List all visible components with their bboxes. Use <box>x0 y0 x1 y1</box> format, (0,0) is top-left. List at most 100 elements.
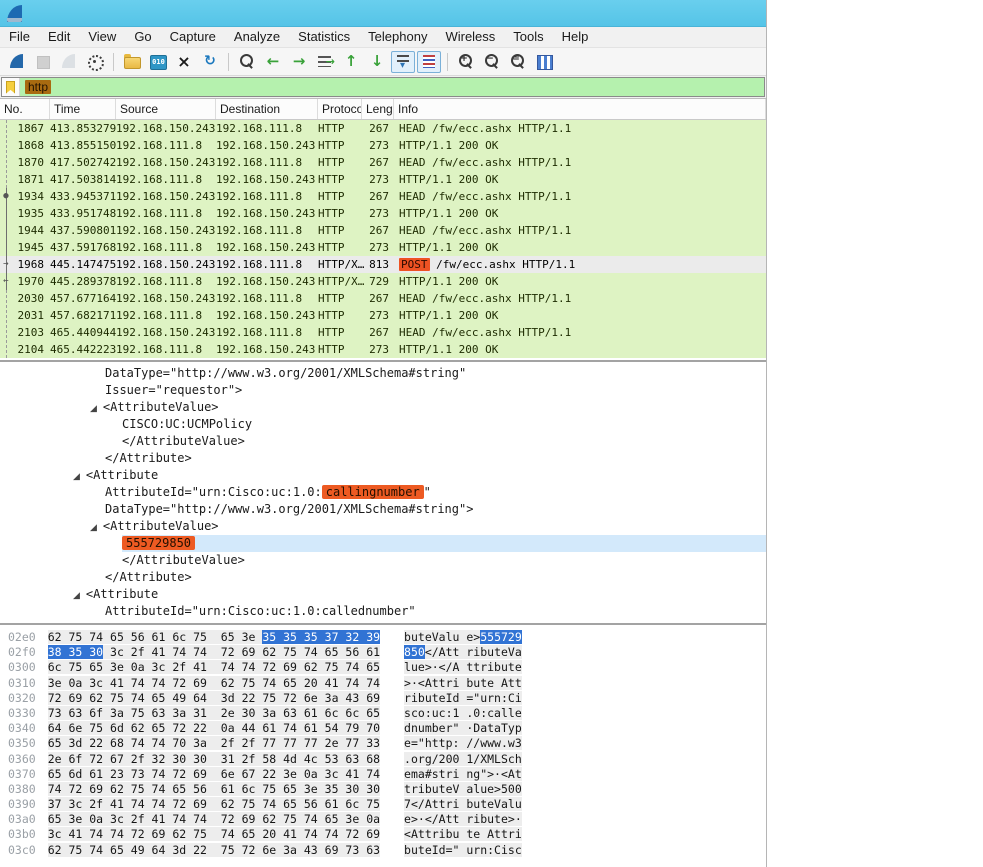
display-filter-input[interactable]: http <box>1 77 765 97</box>
packet-row-1934[interactable]: ●1934433.945371192.168.150.243192.168.11… <box>0 188 766 205</box>
detail-tree-line[interactable]: CISCO:UC:UCMPolicy <box>122 416 766 433</box>
go-forward-button[interactable]: → <box>287 51 311 73</box>
detail-tree-line[interactable]: DataType="http://www.w3.org/2001/XMLSche… <box>105 365 766 382</box>
colorize-toggle-button[interactable] <box>417 51 441 73</box>
hex-row-0370[interactable]: 037065 6d 61 23 73 74 72 69 6e 67 22 3e … <box>8 767 766 782</box>
hex-row-0310[interactable]: 03103e 0a 3c 41 74 74 72 69 62 75 74 65 … <box>8 676 766 691</box>
tree-expander-icon[interactable]: ◢ <box>90 523 97 533</box>
hex-row-0330[interactable]: 033073 63 6f 3a 75 63 3a 31 2e 30 3a 63 … <box>8 706 766 721</box>
hex-row-0360[interactable]: 03602e 6f 72 67 2f 32 30 30 31 2f 58 4d … <box>8 752 766 767</box>
hex-row-0320[interactable]: 032072 69 62 75 74 65 49 64 3d 22 75 72 … <box>8 691 766 706</box>
column-header-info[interactable]: Info <box>394 99 766 119</box>
packet-row-1970[interactable]: ←1970445.289378192.168.111.8192.168.150.… <box>0 273 766 290</box>
menu-analyze[interactable]: Analyze <box>225 27 289 47</box>
detail-tree-line[interactable]: 555729850 <box>122 535 766 552</box>
column-header-length[interactable]: Length <box>362 99 394 119</box>
hex-row-0390[interactable]: 039037 3c 2f 41 74 74 72 69 62 75 74 65 … <box>8 797 766 812</box>
packet-row-1968[interactable]: →1968445.147475192.168.150.243192.168.11… <box>0 256 766 273</box>
detail-tree-line[interactable]: </Attribute> <box>105 450 766 467</box>
auto-scroll-toggle-button[interactable] <box>391 51 415 73</box>
tree-expander-icon[interactable]: ◢ <box>73 472 80 482</box>
menu-wireless[interactable]: Wireless <box>436 27 504 47</box>
start-capture-button[interactable] <box>5 51 29 73</box>
packet-row-1870[interactable]: 1870417.502742192.168.150.243192.168.111… <box>0 154 766 171</box>
packet-row-2104[interactable]: 2104465.442223192.168.111.8192.168.150.2… <box>0 341 766 358</box>
tree-expander-icon[interactable]: ◢ <box>90 404 97 414</box>
zoom-in-button[interactable]: + <box>454 51 478 73</box>
zoom-100-button[interactable]: = <box>506 51 530 73</box>
hex-row-0350[interactable]: 035065 3d 22 68 74 74 70 3a 2f 2f 77 77 … <box>8 736 766 751</box>
hex-row-0300[interactable]: 03006c 75 65 3e 0a 3c 2f 41 74 74 72 69 … <box>8 660 766 675</box>
go-back-button[interactable]: ← <box>261 51 285 73</box>
close-capture-file-button[interactable]: × <box>172 51 196 73</box>
detail-tree-line[interactable]: </AttributeValue> <box>122 433 766 450</box>
menu-capture[interactable]: Capture <box>161 27 225 47</box>
packet-row-2103[interactable]: 2103465.440944192.168.150.243192.168.111… <box>0 324 766 341</box>
related-packet-marker <box>0 171 12 188</box>
detail-tree-line[interactable]: ◢<AttributeValue> <box>90 518 766 535</box>
menu-edit[interactable]: Edit <box>39 27 79 47</box>
packet-source: 192.168.150.243 <box>116 256 216 273</box>
ascii-text: .org/200 1/XMLSch <box>404 752 522 766</box>
detail-tree-line[interactable]: AttributeId="urn:Cisco:uc:1.0:callingnum… <box>105 484 766 501</box>
hex-row-0380[interactable]: 038074 72 69 62 75 74 65 56 61 6c 75 65 … <box>8 782 766 797</box>
go-to-packet-button[interactable] <box>313 51 337 73</box>
filter-bookmark-button[interactable] <box>2 78 20 96</box>
packet-no: 2104 <box>12 341 50 358</box>
packet-row-1944[interactable]: 1944437.590801192.168.150.243192.168.111… <box>0 222 766 239</box>
hex-row-03b0[interactable]: 03b03c 41 74 74 72 69 62 75 74 65 20 41 … <box>8 827 766 842</box>
packet-row-2031[interactable]: 2031457.682171192.168.111.8192.168.150.2… <box>0 307 766 324</box>
go-last-packet-button[interactable]: ↓ <box>365 51 389 73</box>
detail-tree-line[interactable]: DataType="http://www.w3.org/2001/XMLSche… <box>105 620 766 622</box>
detail-tree-line[interactable]: AttributeId="urn:Cisco:uc:1.0:callednumb… <box>105 603 766 620</box>
column-header-no[interactable]: No. <box>0 99 50 119</box>
restart-capture-button[interactable] <box>57 51 81 73</box>
hex-row-02e0[interactable]: 02e062 75 74 65 56 61 6c 75 65 3e 35 35 … <box>8 630 766 645</box>
open-capture-file-button[interactable] <box>120 51 144 73</box>
column-header-destination[interactable]: Destination <box>216 99 318 119</box>
packet-row-1945[interactable]: 1945437.591768192.168.111.8192.168.150.2… <box>0 239 766 256</box>
column-header-time[interactable]: Time <box>50 99 116 119</box>
packet-time: 417.502742 <box>50 154 116 171</box>
zoom-out-button[interactable]: − <box>480 51 504 73</box>
menu-statistics[interactable]: Statistics <box>289 27 359 47</box>
reload-capture-file-button[interactable]: ↻ <box>198 51 222 73</box>
menu-file[interactable]: File <box>0 27 39 47</box>
capture-options-button[interactable] <box>83 51 107 73</box>
detail-tree-line[interactable]: </AttributeValue> <box>122 552 766 569</box>
packet-row-1867[interactable]: 1867413.853279192.168.150.243192.168.111… <box>0 120 766 137</box>
detail-tree-line[interactable]: ◢<Attribute <box>73 467 766 484</box>
menu-view[interactable]: View <box>79 27 125 47</box>
menu-telephony[interactable]: Telephony <box>359 27 436 47</box>
stop-capture-button[interactable] <box>31 51 55 73</box>
hex-row-03c0[interactable]: 03c062 75 74 65 49 64 3d 22 75 72 6e 3a … <box>8 843 766 858</box>
packet-row-1935[interactable]: 1935433.951748192.168.111.8192.168.150.2… <box>0 205 766 222</box>
detail-tree-line[interactable]: Issuer="requestor"> <box>105 382 766 399</box>
find-packet-button[interactable] <box>235 51 259 73</box>
hex-bytes: 73 63 6f 3a 75 63 3a 31 2e 30 3a 63 61 6… <box>48 706 380 720</box>
save-capture-file-button[interactable] <box>146 51 170 73</box>
text-segment: AttributeId="urn:Cisco:uc:1.0: <box>105 485 322 499</box>
arrow-right-icon: → <box>290 53 308 70</box>
hex-row-03a0[interactable]: 03a065 3e 0a 3c 2f 41 74 74 72 69 62 75 … <box>8 812 766 827</box>
menu-tools[interactable]: Tools <box>504 27 552 47</box>
tree-expander-icon[interactable]: ◢ <box>73 591 80 601</box>
menu-go[interactable]: Go <box>125 27 160 47</box>
hex-row-02f0[interactable]: 02f038 35 30 3c 2f 41 74 74 72 69 62 75 … <box>8 645 766 660</box>
detail-tree-line[interactable]: ◢<AttributeValue> <box>90 399 766 416</box>
column-header-protocol[interactable]: Protocol <box>318 99 362 119</box>
menu-help[interactable]: Help <box>553 27 598 47</box>
packet-row-1871[interactable]: 1871417.503814192.168.111.8192.168.150.2… <box>0 171 766 188</box>
related-packet-marker <box>0 120 12 137</box>
detail-tree-line[interactable]: ◢<Attribute <box>73 586 766 603</box>
resize-columns-button[interactable] <box>532 51 556 73</box>
column-header-source[interactable]: Source <box>116 99 216 119</box>
packet-row-1868[interactable]: 1868413.855150192.168.111.8192.168.150.2… <box>0 137 766 154</box>
packet-row-2030[interactable]: 2030457.677164192.168.150.243192.168.111… <box>0 290 766 307</box>
detail-tree-line[interactable]: </Attribute> <box>105 569 766 586</box>
hex-row-0340[interactable]: 034064 6e 75 6d 62 65 72 22 0a 44 61 74 … <box>8 721 766 736</box>
packet-length: 267 <box>362 188 394 205</box>
go-first-packet-button[interactable]: ↑ <box>339 51 363 73</box>
detail-tree-line[interactable]: DataType="http://www.w3.org/2001/XMLSche… <box>105 501 766 518</box>
packet-length: 273 <box>362 307 394 324</box>
